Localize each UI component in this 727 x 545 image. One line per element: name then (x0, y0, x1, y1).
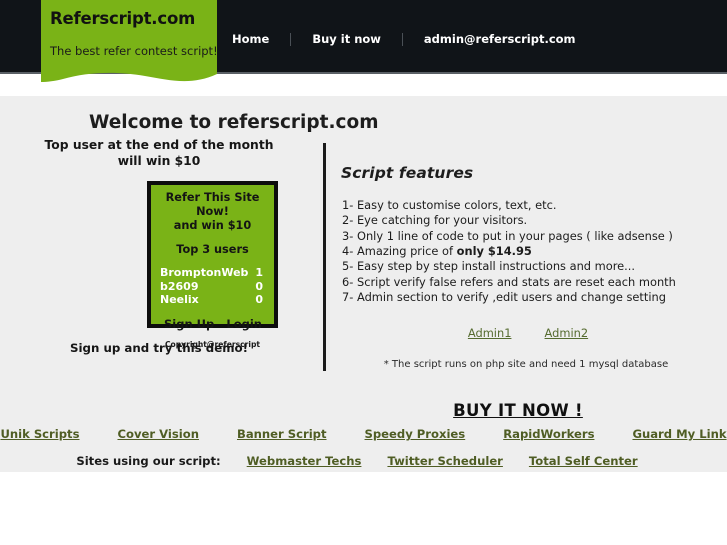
page-title: Welcome to referscript.com (89, 112, 379, 134)
list-item: 1- Easy to customise colors, text, etc. (342, 198, 711, 213)
brand-tagline: The best refer contest script! (50, 44, 218, 58)
partner-links-row: Unik Scripts Cover Vision Banner Script … (0, 427, 727, 441)
feature-number: 1- (342, 197, 354, 212)
refer-widget-title-line1: Refer This Site Now! (165, 191, 260, 218)
user-score: 0 (255, 293, 263, 306)
list-item: 7- Admin section to verify ,edit users a… (342, 290, 711, 305)
feature-text: Script verify false refers and stats are… (356, 274, 676, 289)
feature-number: 2- (342, 213, 354, 228)
user-name: b2609 (160, 279, 199, 293)
demo-note: Sign up and try this demo! (69, 341, 249, 355)
list-item: Neelix 0 (158, 293, 267, 307)
nav-separator (401, 32, 403, 46)
sites-using-script-label: Sites using our script: (76, 454, 221, 468)
feature-number: 5- (342, 259, 354, 274)
list-item: 2- Eye catching for your visitors. (342, 213, 711, 228)
feature-text: Admin section to verify ,edit users and … (356, 290, 666, 305)
refer-widget-box: Refer This Site Now! and win $10 Top 3 u… (147, 181, 278, 349)
list-item: BromptonWeb 1 (158, 266, 267, 280)
feature-price: only $14.95 (456, 244, 532, 259)
refer-widget-subtitle: Top 3 users (176, 243, 249, 256)
sign-up-link[interactable]: Sign Up (164, 317, 214, 331)
database-requirement-note: * The script runs on php site and need 1… (383, 358, 669, 370)
footer-link-guard-my-link[interactable]: Guard My Link (632, 427, 726, 441)
list-item: 5- Easy step by step install instruction… (342, 259, 711, 274)
main-navigation: Home Buy it now admin@referscript.com (232, 30, 576, 48)
refer-widget-inner: Refer This Site Now! and win $10 Top 3 u… (151, 185, 274, 349)
nav-item-admin-email[interactable]: admin@referscript.com (424, 30, 576, 48)
user-name: Neelix (160, 293, 199, 306)
feature-text: Easy step by step install instructions a… (356, 259, 636, 274)
nav-item-home[interactable]: Home (232, 30, 269, 48)
promo-headline-line1: Top user at the end of the month (44, 138, 274, 152)
right-column: Script features 1- Easy to customise col… (341, 151, 711, 420)
feature-text: Eye catching for your visitors. (356, 213, 528, 228)
footer-link-unik-scripts[interactable]: Unik Scripts (0, 427, 79, 441)
feature-number: 4- (342, 244, 354, 259)
left-column: Top user at the end of the month will wi… (0, 137, 318, 169)
refer-widget-title: Refer This Site Now! and win $10 (158, 191, 267, 233)
feature-number: 6- (342, 274, 354, 289)
nav-item-buy-it-now[interactable]: Buy it now (312, 30, 381, 48)
admin1-link[interactable]: Admin1 (468, 326, 512, 340)
site-link-twitter-scheduler[interactable]: Twitter Scheduler (387, 454, 502, 468)
user-score: 0 (255, 279, 263, 293)
feature-number: 3- (342, 228, 354, 243)
promo-headline: Top user at the end of the month will wi… (0, 137, 318, 169)
top-users-list: BromptonWeb 1 b2609 0 Neelix 0 (158, 266, 267, 307)
refer-widget-actions: Sign Up Login (158, 317, 267, 331)
promo-headline-line2: will win $10 (117, 154, 201, 168)
footer-link-cover-vision[interactable]: Cover Vision (117, 427, 199, 441)
site-link-total-self-center[interactable]: Total Self Center (529, 454, 638, 468)
buy-it-now-link[interactable]: BUY IT NOW ! (453, 401, 583, 420)
features-list: 1- Easy to customise colors, text, etc. … (342, 198, 711, 306)
feature-text: Only 1 line of code to put in your pages… (356, 228, 673, 243)
feature-text: Easy to customise colors, text, etc. (356, 197, 557, 212)
list-item: 4- Amazing price of only $14.95 (342, 244, 711, 259)
sites-using-script-row: Sites using our script: Webmaster Techs … (0, 454, 727, 468)
footer-link-rapidworkers[interactable]: RapidWorkers (503, 427, 594, 441)
feature-text: Amazing price of (356, 244, 457, 259)
nav-separator (290, 32, 292, 46)
refer-widget-title-line2: and win $10 (173, 219, 252, 232)
footer-link-banner-script[interactable]: Banner Script (237, 427, 327, 441)
admin2-link[interactable]: Admin2 (545, 326, 589, 340)
footer-link-speedy-proxies[interactable]: Speedy Proxies (365, 427, 466, 441)
brand-title: Referscript.com (50, 9, 196, 28)
features-heading: Script features (341, 163, 474, 182)
content-panel: Welcome to referscript.com Top user at t… (0, 96, 727, 472)
column-divider (323, 143, 326, 371)
site-link-webmaster-techs[interactable]: Webmaster Techs (247, 454, 362, 468)
buy-now-wrapper: BUY IT NOW ! (341, 401, 711, 420)
admin-links-row: Admin1 Admin2 (341, 322, 711, 341)
brand-block: Referscript.com The best refer contest s… (41, 0, 218, 72)
list-item: b2609 0 (158, 280, 267, 294)
list-item: 6- Script verify false refers and stats … (342, 275, 711, 290)
user-score: 1 (255, 266, 263, 279)
user-name: BromptonWeb (160, 266, 249, 279)
feature-number: 7- (342, 290, 354, 305)
login-link[interactable]: Login (226, 317, 262, 331)
list-item: 3- Only 1 line of code to put in your pa… (342, 229, 711, 244)
